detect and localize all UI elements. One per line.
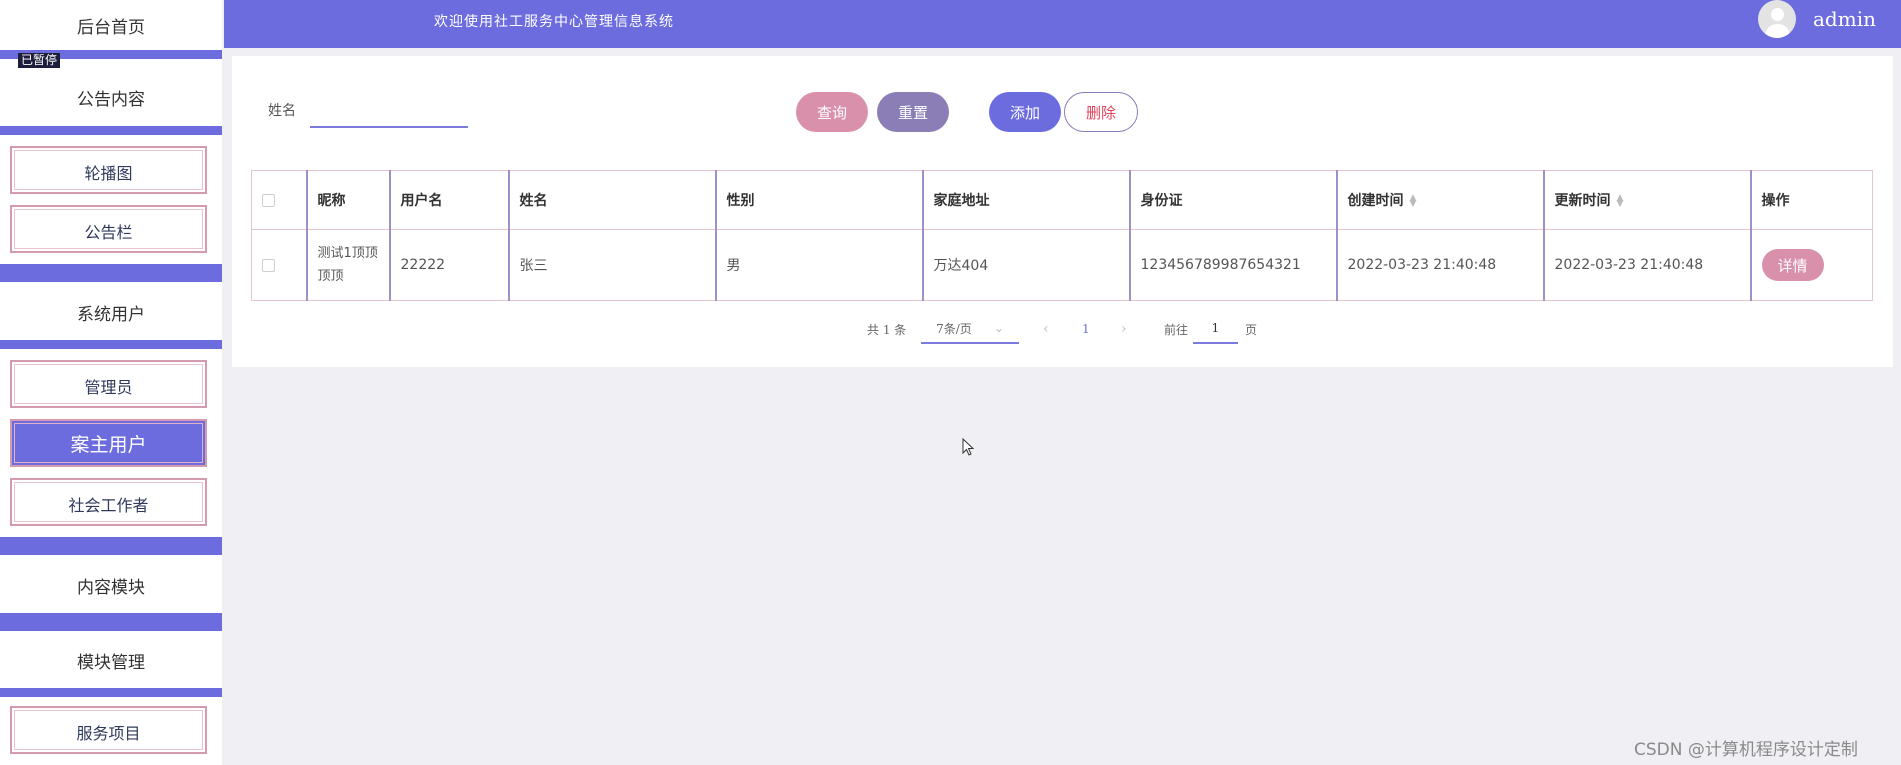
table-row: 测试1顶顶顶顶 22222 张三 男 万达404 123456789987654… [251,229,1873,301]
chevron-down-icon: ⌄ [993,321,1004,335]
sidebar-divider [0,688,222,697]
sidebar: 后台首页 已暂停 公告内容 轮播图 公告栏 系统用户 管理员 案主用户 社会工作… [0,0,222,765]
reset-button[interactable]: 重置 [877,92,949,132]
delete-button[interactable]: 删除 [1064,92,1138,132]
detail-button[interactable]: 详情 [1761,249,1824,281]
col-created[interactable]: 创建时间 ▲ ▼ [1335,170,1544,230]
col-address: 家庭地址 [921,170,1130,230]
sidebar-group-content[interactable]: 内容模块 [0,558,222,613]
page-suffix-label: 页 [1245,322,1258,337]
col-updated-label: 更新时间 [1554,193,1611,209]
sidebar-divider [0,264,222,282]
top-header: 欢迎使用社工服务中心管理信息系统 admin [224,0,1901,48]
sidebar-item-bulletin[interactable]: 公告栏 [10,205,207,253]
cell-updated: 2022-03-23 21:40:48 [1542,229,1751,301]
cell-name: 张三 [507,229,716,301]
sidebar-divider [0,613,222,631]
system-title: 欢迎使用社工服务中心管理信息系统 [434,14,674,30]
goto-page-input[interactable]: 1 [1193,314,1238,344]
sidebar-item-admins[interactable]: 管理员 [10,360,207,408]
prev-page-icon[interactable]: ‹ [1043,314,1049,344]
sidebar-group-modules[interactable]: 模块管理 [0,633,222,688]
sidebar-divider [0,126,222,135]
col-actions: 操作 [1749,170,1873,230]
user-avatar-icon[interactable] [1758,0,1796,38]
row-checkbox[interactable] [262,258,275,272]
username-label[interactable]: admin [1813,7,1876,31]
sort-icon[interactable]: ▲ ▼ [1617,194,1624,209]
paused-badge: 已暂停 [18,53,61,68]
row-select-cell [251,229,307,301]
cell-username: 22222 [388,229,509,301]
sidebar-item-home[interactable]: 后台首页 [0,0,222,50]
next-page-icon[interactable]: › [1121,314,1127,344]
cell-created: 2022-03-23 21:40:48 [1335,229,1544,301]
sidebar-item-carousel[interactable]: 轮播图 [10,146,207,194]
cell-gender: 男 [714,229,923,301]
pagination-total: 共 1 条 [867,322,907,337]
sidebar-item-client-users[interactable]: 案主用户 [10,419,207,467]
goto-label: 前往 [1164,322,1189,337]
watermark: CSDN @计算机程序设计定制 [1634,740,1858,760]
table-header-row: 昵称 用户名 姓名 性别 家庭地址 身份证 创建时间 ▲ ▼ 更新时间 ▲ ▼ 操作 [251,170,1873,230]
col-id-card: 身份证 [1128,170,1337,230]
mouse-cursor-icon [962,438,974,456]
name-search-input[interactable] [310,88,468,128]
cell-actions: 详情 [1749,229,1873,301]
query-button[interactable]: 查询 [796,92,868,132]
sidebar-item-social-workers[interactable]: 社会工作者 [10,478,207,526]
sort-icon[interactable]: ▲ ▼ [1410,194,1417,209]
main-panel: 姓名 查询 重置 添加 删除 昵称 用户名 姓名 性别 家庭地址 身份证 创建时… [232,56,1893,367]
cell-address: 万达404 [921,229,1130,301]
page-size-value: 7条/页 [936,321,972,336]
sidebar-group-system-users[interactable]: 系统用户 [0,285,222,340]
sidebar-group-announcements[interactable]: 公告内容 [0,68,222,126]
col-name: 姓名 [507,170,716,230]
sidebar-divider [0,537,222,555]
users-table: 昵称 用户名 姓名 性别 家庭地址 身份证 创建时间 ▲ ▼ 更新时间 ▲ ▼ 操作 测… [251,170,1873,301]
add-button[interactable]: 添加 [989,92,1061,132]
col-created-label: 创建时间 [1347,193,1404,209]
select-all-cell [251,170,307,230]
col-nickname: 昵称 [305,170,390,230]
page-size-select[interactable]: 7条/页 ⌄ [921,314,1019,344]
col-username: 用户名 [388,170,509,230]
col-gender: 性别 [714,170,923,230]
page-number-current[interactable]: 1 [1082,314,1090,344]
select-all-checkbox[interactable] [262,193,275,207]
cell-id-card: 123456789987654321 [1128,229,1337,301]
sidebar-divider [0,340,222,349]
sidebar-item-services[interactable]: 服务项目 [10,706,207,754]
cell-nickname: 测试1顶顶顶顶 [305,229,390,301]
col-updated[interactable]: 更新时间 ▲ ▼ [1542,170,1751,230]
name-search-label: 姓名 [268,103,296,119]
